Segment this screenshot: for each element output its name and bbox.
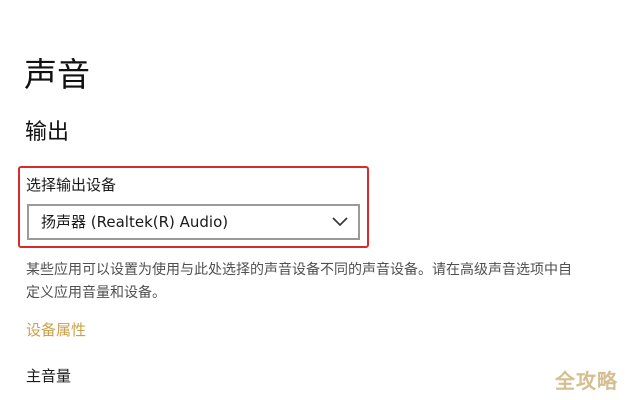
output-device-dropdown[interactable]: 扬声器 (Realtek(R) Audio) [27, 204, 360, 240]
selected-output-device: 扬声器 (Realtek(R) Audio) [41, 213, 229, 231]
output-device-label: 选择输出设备 [26, 176, 117, 194]
page-title: 声音 [24, 55, 90, 94]
watermark-logo: 全攻略 [555, 369, 618, 393]
chevron-down-icon [332, 217, 348, 227]
output-section-title: 输出 [25, 120, 70, 145]
master-volume-label: 主音量 [26, 367, 72, 385]
device-properties-link[interactable]: 设备属性 [26, 320, 86, 340]
output-description: 某些应用可以设置为使用与此处选择的声音设备不同的声音设备。请在高级声音选项中自定… [26, 262, 572, 301]
